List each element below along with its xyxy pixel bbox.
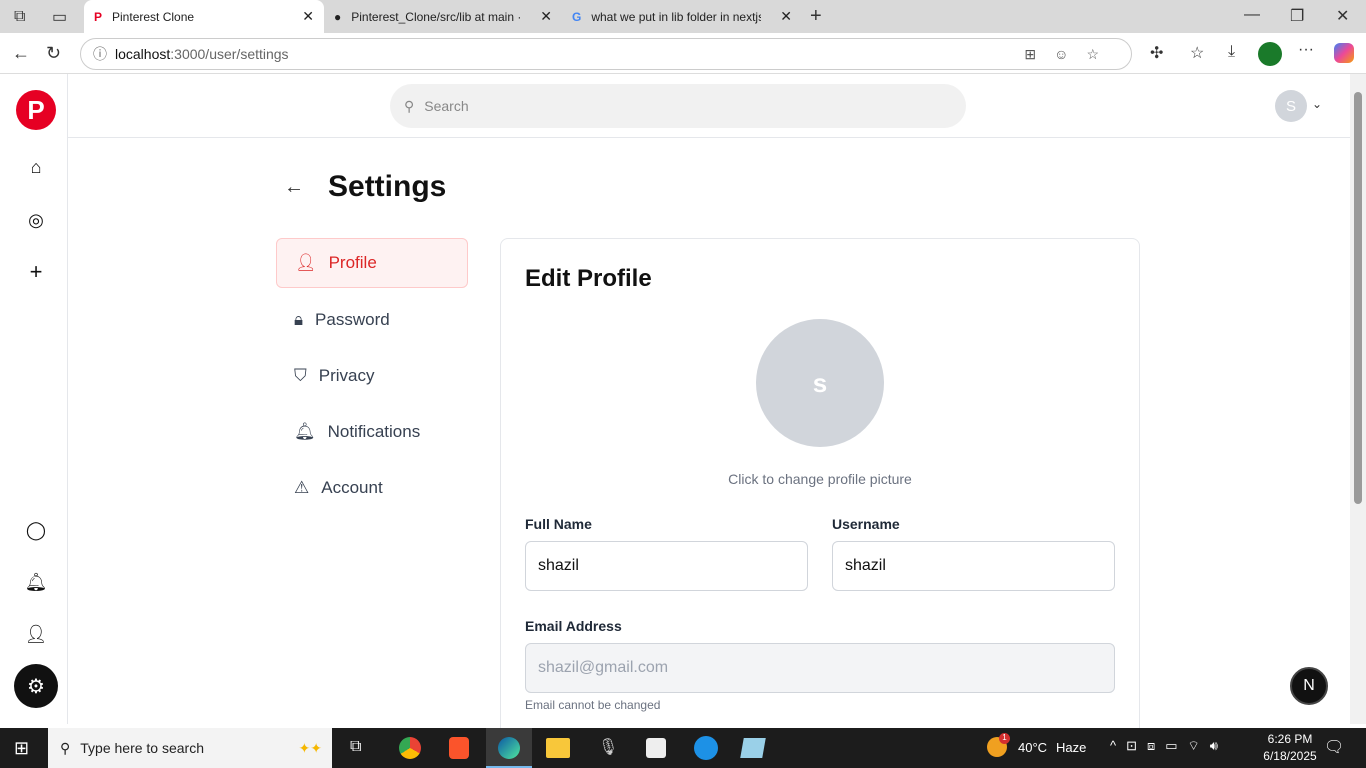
weather-icon[interactable]: 1 [987,733,1010,757]
profile-icon[interactable]: 👤︎ [18,616,54,652]
back-icon[interactable]: ← [12,43,30,64]
nav-password[interactable]: 🔒︎ Password [276,295,468,345]
search-icon: ⚲ [404,97,415,114]
google-icon: G [572,9,582,24]
warning-icon: ⚠︎ [294,478,310,497]
weather-desc[interactable]: Haze [1056,740,1086,755]
windows-start-icon[interactable]: ⊞ [14,738,29,759]
left-rail: P ⌂ ◎ + ◯ 🔔︎ 👤︎ ⚙ [0,74,68,724]
notes-app-icon[interactable] [740,738,766,758]
page-title: Settings [328,170,447,203]
notification-center-icon[interactable]: 🗨︎ [1324,737,1344,757]
favorites-icon[interactable]: ☆ [1190,43,1204,63]
profile-avatar-icon[interactable] [1258,42,1282,66]
file-explorer-icon[interactable] [546,738,570,758]
tab-google[interactable]: Gwhat we put in lib folder in nextjs ✕ [562,0,802,33]
tab-pinterest-clone[interactable]: P Pinterest Clone ✕ [84,0,324,33]
tab-actions-icon[interactable]: ▭ [52,7,67,27]
pinterest-logo[interactable]: P [16,90,56,130]
close-tab-icon[interactable]: ✕ [780,8,792,25]
bell-icon: 🔔︎ [294,422,316,441]
clock-time[interactable]: 6:26 PM [1250,732,1330,746]
system-tray-icons[interactable]: ^⊡⧈▭⌔🔊︎ [1110,738,1228,754]
edge-taskbar-button[interactable] [486,728,532,768]
minimize-icon[interactable]: — [1244,6,1260,24]
restore-icon[interactable]: ❐ [1290,6,1304,26]
app-icon[interactable] [646,738,666,758]
url-bar[interactable]: ⓘ localhost:3000/user/settings ⊞☺☆ [80,38,1132,70]
shield-icon: ⛉ [294,366,307,385]
username-label: Username [832,516,900,532]
close-tab-icon[interactable]: ✕ [540,8,552,25]
search-icon: ⚲ [60,739,71,756]
microphone-app-icon[interactable]: 🎙︎ [598,737,618,757]
nextjs-dev-button[interactable]: N [1290,667,1328,705]
brave-icon[interactable] [449,737,469,759]
nav-notifications[interactable]: 🔔︎ Notifications [276,407,468,457]
workspaces-icon[interactable]: ⧉ [14,8,25,26]
email-label: Email Address [525,618,622,634]
create-icon[interactable]: + [18,254,54,290]
info-icon: ⓘ [93,46,107,62]
task-view-icon[interactable]: ⧉ [350,738,361,756]
address-bar-actions-icon[interactable]: ⊞☺☆ [1024,46,1117,63]
card-title: Edit Profile [525,265,652,292]
nav-profile[interactable]: 👤︎ Profile [276,238,468,288]
browser-tab-bar: ⧉ ▭ P Pinterest Clone ✕ ● Pinterest_Clone/s… [0,0,1366,33]
profile-picture[interactable]: s [756,319,884,447]
settings-icon[interactable]: ⚙ [14,664,58,708]
downloads-icon[interactable]: ⤓ [1228,43,1235,61]
chevron-down-icon[interactable]: ⌄ [1312,97,1322,111]
taskbar: ⊞ ⚲ Type here to search ✦✦ ⧉ 🎙︎ 1 40°C Haz… [0,728,1366,768]
full-name-input[interactable]: shazil [525,541,808,591]
back-arrow-icon[interactable]: ← [284,176,304,199]
username-input[interactable]: shazil [832,541,1115,591]
docker-icon[interactable] [694,736,718,760]
tab-github[interactable]: ● Pinterest_Clone/src/lib at main · M ✕ [324,0,562,33]
full-name-label: Full Name [525,516,592,532]
nav-account[interactable]: ⚠︎ Account [276,463,468,513]
search-input[interactable]: ⚲ Search [390,84,966,128]
close-tab-icon[interactable]: ✕ [302,8,314,25]
scrollbar[interactable] [1350,74,1366,724]
weather-temp[interactable]: 40°C [1018,740,1047,755]
avatar-caption: Click to change profile picture [728,471,912,487]
refresh-icon[interactable]: ↻ [46,43,61,64]
lock-icon: 🔒︎ [294,310,304,329]
github-icon: ● [334,9,342,24]
clock-date[interactable]: 6/18/2025 [1250,749,1330,763]
edit-profile-card: Edit Profile s Click to change profile p… [500,238,1140,758]
pinterest-favicon-icon: P [94,9,103,24]
explore-icon[interactable]: ◎ [18,202,54,238]
chrome-icon[interactable] [399,737,421,759]
sparkle-icon: ✦✦ [298,739,322,756]
user-icon: 👤︎ [295,253,317,272]
close-window-icon[interactable]: ✕ [1336,6,1349,26]
new-tab-icon[interactable]: + [810,5,822,28]
scrollbar-thumb[interactable] [1354,92,1362,504]
extensions-icon[interactable]: ✣ [1150,43,1163,63]
more-icon[interactable]: ··· [1298,41,1314,59]
notifications-icon[interactable]: 🔔︎ [18,564,54,600]
copilot-icon[interactable] [1334,43,1354,63]
edge-icon [498,737,520,759]
avatar[interactable]: S [1275,90,1307,122]
taskbar-search[interactable]: ⚲ Type here to search ✦✦ [48,728,332,768]
messages-icon[interactable]: ◯ [18,512,54,548]
email-input[interactable]: shazil@gmail.com [525,643,1115,693]
email-note: Email cannot be changed [525,698,661,712]
home-icon[interactable]: ⌂ [18,149,54,185]
nav-privacy[interactable]: ⛉ Privacy [276,351,468,401]
